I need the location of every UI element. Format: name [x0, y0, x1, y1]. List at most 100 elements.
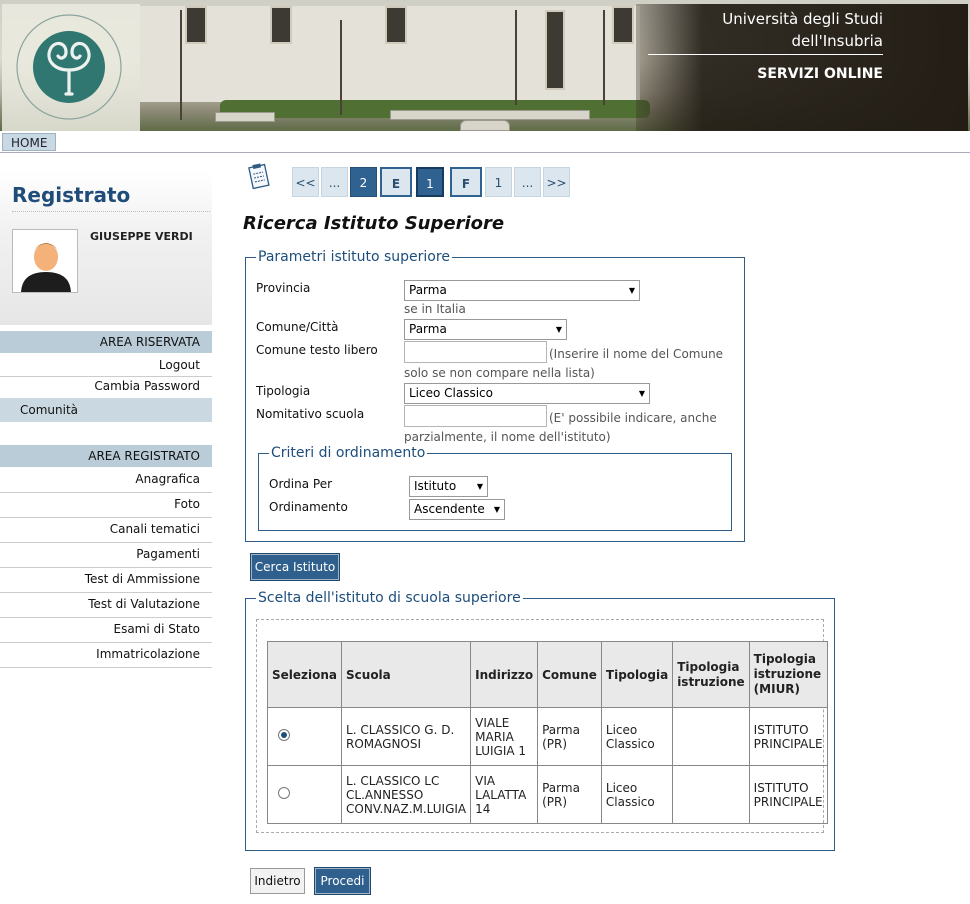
nominativo-label: Nomitativo scuola [256, 407, 365, 421]
ordinamento-value: Ascendente [414, 502, 485, 516]
provincia-select[interactable]: Parma ▼ [404, 280, 640, 301]
top-nav: HOME [0, 131, 970, 153]
col-tipologia-miur: Tipologia istruzione (MIUR) [748, 641, 828, 708]
miur-cell: ISTITUTO PRINCIPALE [748, 765, 828, 824]
ordinamento-select[interactable]: Ascendente ▼ [409, 499, 505, 520]
chevron-down-icon: ▼ [555, 325, 562, 334]
sidebar-item-change-password[interactable]: Cambia Password [0, 377, 212, 398]
divider [12, 211, 210, 212]
user-name: GIUSEPPE VERDI [90, 230, 193, 243]
miur-cell: ISTITUTO PRINCIPALE [748, 707, 828, 766]
comune-libero-input[interactable] [404, 341, 547, 363]
chevron-down-icon: ▼ [476, 482, 483, 491]
sidebar-item-test-valutazione[interactable]: Test di Valutazione [0, 593, 212, 618]
address-cell: VIA LALATTA 14 [470, 765, 539, 824]
university-title-panel: Università degli Studi dell'Insubria SER… [636, 4, 968, 131]
comune-libero-hint-1: (Inserire il nome del Comune [549, 347, 724, 361]
comune-libero-hint-2: solo se non compare nella lista) [404, 366, 595, 380]
results-legend: Scelta dell'istituto di scuola superiore [258, 590, 521, 606]
university-name-line2: dell'Insubria [791, 32, 883, 50]
results-table: Seleziona Scuola Indirizzo Comune Tipolo… [266, 641, 828, 824]
tipologia-cell: Liceo Classico [600, 707, 674, 766]
proceed-button[interactable]: Procedi [314, 867, 371, 895]
pager-ellipsis-left: ... [321, 167, 348, 197]
section-area-riservata: AREA RISERVATA [0, 331, 212, 353]
comune-label: Comune/Città [256, 320, 339, 334]
sidebar-item-immatricolazione[interactable]: Immatricolazione [0, 643, 212, 668]
comune-select[interactable]: Parma ▼ [404, 319, 567, 340]
col-seleziona: Seleziona [266, 641, 343, 708]
col-tipologia-istruzione: Tipologia istruzione [672, 641, 750, 708]
search-school-button[interactable]: Cerca Istituto [250, 553, 340, 581]
ordering-legend: Criteri di ordinamento [271, 445, 426, 461]
ordina-per-value: Istituto [414, 479, 457, 493]
checklist-icon [248, 163, 270, 190]
provincia-hint: se in Italia [404, 302, 466, 316]
sidebar-item-esami-stato[interactable]: Esami di Stato [0, 618, 212, 643]
tipologia-value: Liceo Classico [409, 386, 493, 400]
school-name-cell: L. CLASSICO G. D. ROMAGNOSI [341, 707, 472, 766]
comune-cell: Parma (PR) [537, 765, 602, 824]
pager-ellipsis-right: ... [514, 167, 541, 197]
tipologia-label: Tipologia [256, 384, 311, 398]
sidebar-item-anagrafica[interactable]: Anagrafica [0, 468, 212, 493]
sidebar-item-test-ammissione[interactable]: Test di Ammissione [0, 568, 212, 593]
results-table-wrapper: Seleziona Scuola Indirizzo Comune Tipolo… [256, 619, 828, 833]
home-tab[interactable]: HOME [2, 133, 57, 151]
nominativo-hint-2: parzialmente, il nome dell'istituto) [404, 430, 611, 444]
avatar [12, 229, 78, 293]
title-divider [648, 54, 883, 55]
sidebar-item-pagamenti[interactable]: Pagamenti [0, 543, 212, 568]
comune-libero-label: Comune testo libero [256, 343, 378, 357]
sidebar-item-logout[interactable]: Logout [0, 356, 212, 377]
university-name-line1: Università degli Studi [722, 10, 883, 28]
istruzione-cell [672, 707, 750, 766]
provincia-label: Provincia [256, 281, 311, 295]
select-cell[interactable] [266, 765, 343, 824]
ordina-per-select[interactable]: Istituto ▼ [409, 476, 488, 497]
istruzione-cell [672, 765, 750, 824]
page-title: Ricerca Istituto Superiore [243, 213, 505, 234]
comune-cell: Parma (PR) [537, 707, 602, 766]
pager-first[interactable]: << [292, 167, 319, 197]
sidebar-title: Registrato [12, 183, 131, 207]
pager-step-1[interactable]: 1 [485, 167, 512, 197]
tipologia-select[interactable]: Liceo Classico ▼ [404, 383, 650, 404]
pager-step-2[interactable]: 2 [350, 167, 377, 197]
pager-step-e[interactable]: E [380, 167, 412, 197]
site-header: Università degli Studi dell'Insubria SER… [0, 0, 970, 131]
ordinamento-label: Ordinamento [269, 500, 348, 514]
col-comune: Comune [537, 641, 602, 708]
select-cell[interactable] [266, 707, 343, 766]
provincia-value: Parma [409, 283, 447, 297]
params-legend: Parametri istituto superiore [258, 249, 450, 265]
table-row[interactable]: L. CLASSICO G. D. ROMAGNOSI VIALE MARIA … [266, 707, 828, 766]
back-button[interactable]: Indietro [250, 868, 305, 894]
comune-value: Parma [409, 322, 447, 336]
col-tipologia: Tipologia [600, 641, 674, 708]
col-indirizzo: Indirizzo [470, 641, 539, 708]
university-seal-logo [16, 14, 122, 120]
sidebar-item-canali-tematici[interactable]: Canali tematici [0, 518, 212, 543]
sidebar-item-community[interactable]: Comunità [0, 398, 212, 422]
table-header-row: Seleziona Scuola Indirizzo Comune Tipolo… [266, 641, 828, 708]
pager-step-f[interactable]: F [450, 167, 482, 197]
table-row[interactable]: L. CLASSICO LC CL.ANNESSO CONV.NAZ.M.LUI… [266, 765, 828, 824]
sidebar-item-foto[interactable]: Foto [0, 493, 212, 518]
tipologia-cell: Liceo Classico [600, 765, 674, 824]
chevron-down-icon: ▼ [638, 389, 645, 398]
nominativo-input[interactable] [404, 405, 547, 427]
chevron-down-icon: ▼ [493, 505, 500, 514]
ordina-per-label: Ordina Per [269, 477, 333, 491]
nominativo-hint-1: (E' possibile indicare, anche [549, 411, 717, 425]
chevron-down-icon: ▼ [628, 286, 635, 295]
row-radio-selected[interactable] [278, 729, 290, 741]
row-radio[interactable] [278, 787, 290, 799]
pager-step-current[interactable]: 1 [416, 167, 444, 197]
user-avatar-icon [13, 230, 77, 292]
services-label: SERVIZI ONLINE [757, 66, 883, 82]
pager-last[interactable]: >> [543, 167, 570, 197]
address-cell: VIALE MARIA LUIGIA 1 [470, 707, 539, 766]
school-name-cell: L. CLASSICO LC CL.ANNESSO CONV.NAZ.M.LUI… [341, 765, 472, 824]
col-scuola: Scuola [341, 641, 472, 708]
